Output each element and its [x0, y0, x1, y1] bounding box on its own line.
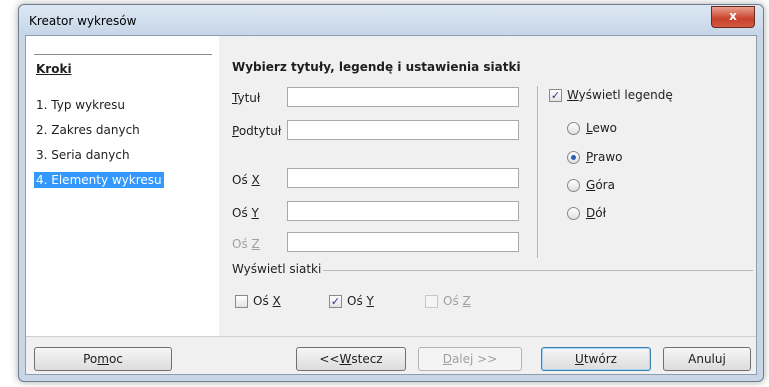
- z-axis-label: Oś Z: [232, 237, 260, 251]
- cancel-button[interactable]: Anuluj: [663, 347, 751, 371]
- next-button[interactable]: Dalej >>: [418, 347, 522, 371]
- chart-elements-panel: Wybierz tytuły, legendę i ustawienia sia…: [219, 36, 756, 336]
- step-data-series[interactable]: 3. Seria danych: [34, 147, 132, 163]
- help-button[interactable]: Po m oc: [34, 347, 172, 371]
- subtitle-label: Podtytuł: [232, 124, 282, 138]
- legend-left-label: Lewo: [586, 121, 618, 135]
- check-icon: ✓: [549, 88, 562, 102]
- step-chart-elements[interactable]: 4. Elementy wykresu: [34, 172, 164, 188]
- radio-icon: [567, 178, 580, 192]
- window-title: Kreator wykresów: [29, 14, 137, 28]
- step-chart-type[interactable]: 1. Typ wykresu: [34, 97, 127, 113]
- dialog-client: Kroki 1. Typ wykresu 2. Zakres danych 3.…: [25, 35, 757, 375]
- legend-left-radio[interactable]: Lewo: [567, 121, 617, 135]
- legend-right-radio[interactable]: Prawo: [567, 150, 622, 164]
- close-icon: x: [729, 9, 737, 23]
- grid-z-checkbox[interactable]: Oś Z: [425, 294, 471, 308]
- y-axis-input[interactable]: [287, 201, 519, 221]
- steps-divider: [34, 54, 212, 55]
- legend-right-label: Prawo: [586, 150, 623, 164]
- legend-top-radio[interactable]: Góra: [567, 178, 615, 192]
- step-data-range[interactable]: 2. Zakres danych: [34, 122, 142, 138]
- x-axis-input[interactable]: [287, 168, 519, 188]
- radio-icon: [567, 121, 580, 135]
- checkbox-icon: [235, 294, 248, 308]
- radio-dot-icon: [567, 150, 580, 164]
- title-bar[interactable]: Kreator wykresów x: [19, 5, 763, 37]
- grid-heading: Wyświetl siatki: [232, 262, 322, 276]
- grid-x-checkbox[interactable]: Oś X: [235, 294, 281, 308]
- back-button[interactable]: << Wstecz: [296, 347, 406, 371]
- grid-y-label: Oś Y: [347, 294, 374, 308]
- radio-icon: [567, 206, 580, 220]
- title-input[interactable]: [287, 87, 519, 107]
- x-axis-label: Oś X: [232, 173, 260, 187]
- steps-sidebar: Kroki 1. Typ wykresu 2. Zakres danych 3.…: [26, 36, 219, 336]
- grid-divider: [323, 270, 753, 271]
- legend-top-label: Góra: [586, 178, 615, 192]
- legend-bottom-radio[interactable]: Dół: [567, 206, 606, 220]
- y-axis-label: Oś Y: [232, 206, 259, 220]
- grid-x-label: Oś X: [253, 294, 281, 308]
- legend-bottom-label: Dół: [586, 206, 607, 220]
- steps-heading: Kroki: [36, 62, 72, 76]
- grid-y-checkbox[interactable]: ✓ Oś Y: [329, 294, 374, 308]
- subtitle-input[interactable]: [287, 120, 519, 140]
- legend-separator: [537, 86, 538, 258]
- close-button[interactable]: x: [711, 6, 755, 28]
- chart-wizard-window: Kreator wykresów x Kroki 1. Typ wykresu …: [18, 4, 764, 382]
- show-legend-label: Wyświetl legendę: [567, 88, 673, 102]
- finish-button[interactable]: Utwórz: [541, 347, 651, 371]
- checkbox-icon: [425, 294, 438, 308]
- show-legend-checkbox[interactable]: ✓ Wyświetl legendę: [549, 88, 673, 102]
- z-axis-input[interactable]: [287, 232, 519, 252]
- title-label: Tytuł: [232, 91, 261, 105]
- grid-z-label: Oś Z: [443, 294, 471, 308]
- check-icon: ✓: [329, 294, 342, 308]
- panel-heading: Wybierz tytuły, legendę i ustawienia sia…: [232, 60, 521, 74]
- button-bar-divider: [26, 336, 756, 337]
